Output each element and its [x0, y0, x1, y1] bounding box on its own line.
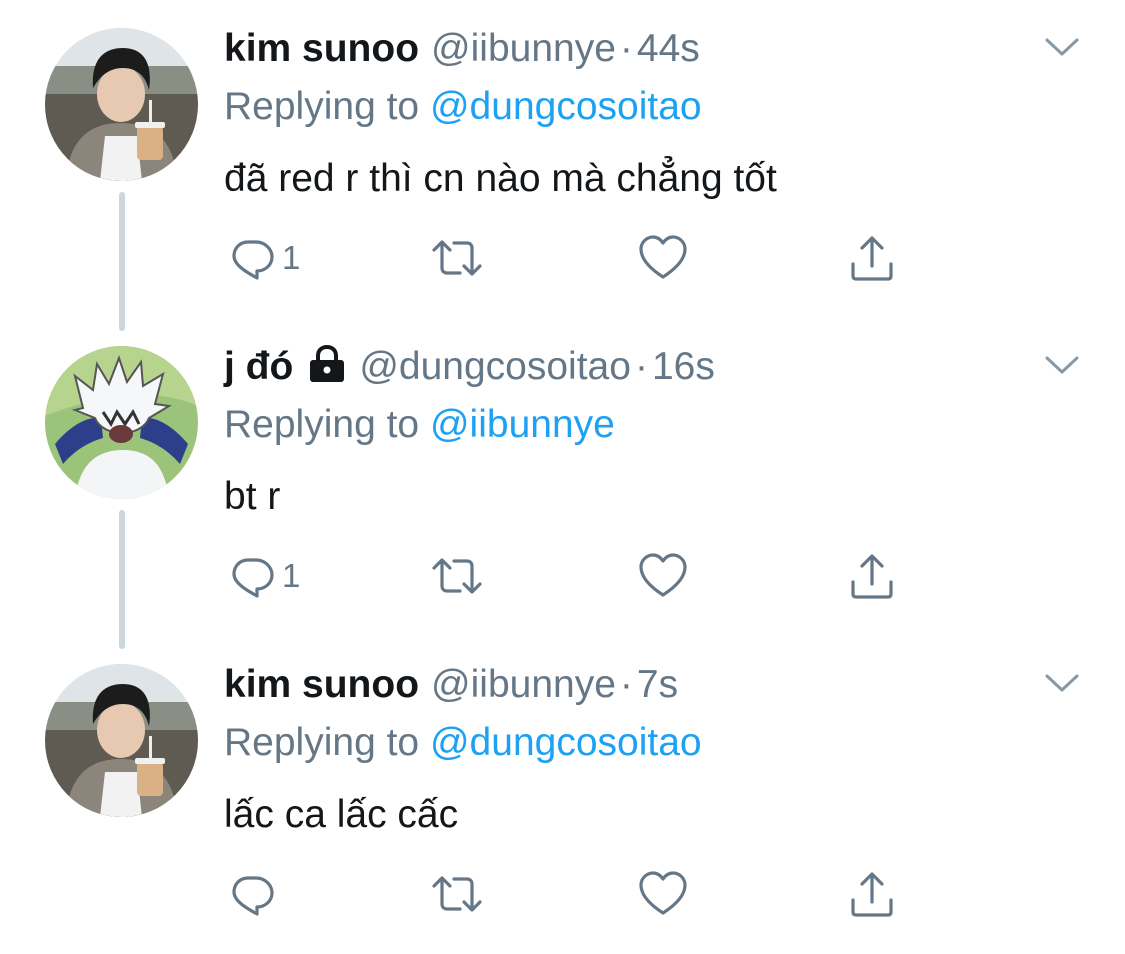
replying-to: Replying to @dungcosoitao	[224, 82, 702, 132]
like-button[interactable]	[638, 546, 688, 606]
retweet-button[interactable]	[428, 546, 486, 606]
display-name[interactable]: j đó	[224, 345, 293, 388]
reply-icon	[232, 876, 274, 916]
replying-prefix: Replying to	[224, 85, 420, 128]
tweet-actions: 1	[224, 228, 924, 288]
tweet[interactable]: j đó @dungcosoitao · 16s Replying to @iibu…	[0, 318, 1125, 649]
replying-prefix: Replying to	[224, 721, 420, 764]
reply-icon	[232, 558, 274, 598]
tweet-text: bt r	[224, 475, 281, 518]
tweet[interactable]: kim sunoo @iibunnye · 44s Replying to @dung…	[0, 0, 1125, 331]
lock-icon	[310, 345, 345, 382]
anime-character-icon	[45, 346, 198, 499]
share-icon	[851, 872, 893, 917]
tweet-header: j đó @dungcosoitao · 16s	[224, 342, 715, 392]
like-button[interactable]	[638, 864, 688, 924]
share-button[interactable]	[848, 546, 896, 606]
like-icon	[639, 871, 687, 915]
profile-photo-icon	[45, 664, 198, 817]
retweet-icon	[432, 240, 482, 276]
reply-button[interactable]	[228, 864, 282, 924]
tweet-header: kim sunoo @iibunnye · 7s	[224, 660, 678, 710]
separator: ·	[634, 345, 648, 388]
tweet[interactable]: kim sunoo @iibunnye · 7s Replying to @dungc…	[0, 636, 1125, 954]
user-handle[interactable]: @dungcosoitao	[359, 345, 631, 388]
timestamp[interactable]: 44s	[637, 27, 700, 70]
display-name[interactable]: kim sunoo	[224, 27, 419, 70]
replying-to-link[interactable]: @iibunnye	[430, 403, 615, 446]
retweet-button[interactable]	[428, 864, 486, 924]
timestamp[interactable]: 16s	[652, 345, 715, 388]
replying-to-link[interactable]: @dungcosoitao	[430, 721, 702, 764]
profile-photo-icon	[45, 28, 198, 181]
replying-to: Replying to @dungcosoitao	[224, 718, 702, 768]
replying-prefix: Replying to	[224, 403, 420, 446]
retweet-button[interactable]	[428, 228, 486, 288]
thread-line	[119, 510, 125, 649]
user-handle[interactable]: @iibunnye	[431, 663, 616, 706]
like-button[interactable]	[638, 228, 688, 288]
avatar[interactable]	[45, 28, 198, 181]
tweet-actions	[224, 864, 924, 924]
avatar[interactable]	[45, 346, 198, 499]
replying-to-link[interactable]: @dungcosoitao	[430, 85, 702, 128]
tweet-header: kim sunoo @iibunnye · 44s	[224, 24, 700, 74]
like-icon	[639, 235, 687, 279]
retweet-icon	[432, 558, 482, 594]
reply-button[interactable]: 1	[228, 546, 300, 606]
thread-line	[119, 192, 125, 331]
like-icon	[639, 553, 687, 597]
reply-count: 1	[282, 239, 301, 276]
tweet-actions: 1	[224, 546, 924, 606]
chevron-down-icon[interactable]	[1044, 672, 1080, 694]
user-handle[interactable]: @iibunnye	[431, 27, 616, 70]
reply-icon	[232, 240, 274, 280]
share-button[interactable]	[848, 228, 896, 288]
display-name[interactable]: kim sunoo	[224, 663, 419, 706]
chevron-down-icon[interactable]	[1044, 354, 1080, 376]
share-icon	[851, 554, 893, 599]
share-button[interactable]	[848, 864, 896, 924]
separator: ·	[619, 663, 633, 706]
chevron-down-icon[interactable]	[1044, 36, 1080, 58]
reply-count: 1	[282, 557, 301, 594]
avatar[interactable]	[45, 664, 198, 817]
timestamp[interactable]: 7s	[637, 663, 678, 706]
tweet-text: đã red r thì cn nào mà chẳng tốt	[224, 157, 777, 200]
reply-button[interactable]: 1	[228, 228, 300, 288]
tweet-text: lấc ca lấc cấc	[224, 793, 459, 836]
retweet-icon	[432, 876, 482, 912]
share-icon	[851, 236, 893, 281]
replying-to: Replying to @iibunnye	[224, 400, 615, 450]
separator: ·	[619, 27, 633, 70]
